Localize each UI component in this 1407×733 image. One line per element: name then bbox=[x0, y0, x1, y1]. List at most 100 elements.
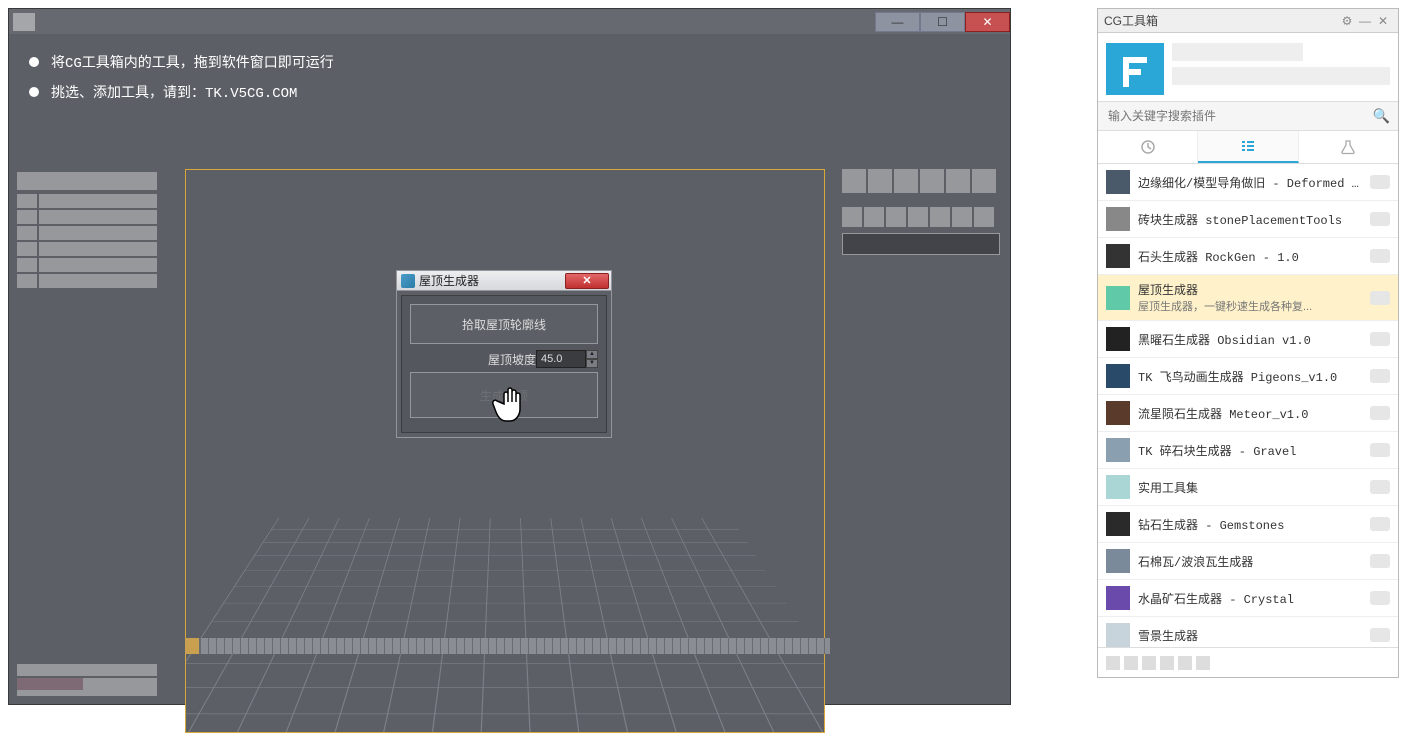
footer-button[interactable] bbox=[1160, 656, 1174, 670]
spinner-up-icon[interactable]: ▲ bbox=[586, 350, 598, 359]
bullet-icon bbox=[29, 57, 39, 67]
minimize-button[interactable]: — bbox=[875, 12, 920, 32]
toolbox-header: CG工具箱 ⚙ — ✕ bbox=[1098, 9, 1398, 33]
object-type-dropdown[interactable] bbox=[842, 233, 1000, 255]
settings-icon[interactable]: ⚙ bbox=[1338, 12, 1356, 30]
plugin-list[interactable]: 边缘细化/模型导角做旧 - Deformed Edges v 砖块生成器 ston… bbox=[1098, 164, 1398, 647]
plugin-item[interactable]: 雪景生成器 bbox=[1098, 617, 1398, 647]
plugin-item[interactable]: 石棉瓦/波浪瓦生成器 bbox=[1098, 543, 1398, 580]
comment-icon[interactable] bbox=[1370, 212, 1390, 226]
plugin-text: 雪景生成器 bbox=[1138, 627, 1362, 644]
footer-button[interactable] bbox=[1106, 656, 1120, 670]
plugin-text: 边缘细化/模型导角做旧 - Deformed Edges v bbox=[1138, 174, 1362, 191]
plugin-item[interactable]: 屋顶生成器屋顶生成器，一键秒速生成各种复... bbox=[1098, 275, 1398, 321]
maximize-button[interactable]: ☐ bbox=[920, 12, 965, 32]
timeline[interactable] bbox=[185, 638, 830, 654]
left-row[interactable] bbox=[39, 226, 157, 240]
comment-icon[interactable] bbox=[1370, 554, 1390, 568]
plugin-item[interactable]: 流星陨石生成器 Meteor_v1.0 bbox=[1098, 395, 1398, 432]
comment-icon[interactable] bbox=[1370, 480, 1390, 494]
timeline-handle[interactable] bbox=[185, 638, 199, 654]
angle-input[interactable] bbox=[536, 350, 586, 368]
plugin-text: 实用工具集 bbox=[1138, 479, 1362, 496]
comment-icon[interactable] bbox=[1370, 291, 1390, 305]
left-row[interactable] bbox=[39, 194, 157, 208]
left-panel-button[interactable] bbox=[17, 172, 157, 190]
plugin-item[interactable]: 水晶矿石生成器 - Crystal bbox=[1098, 580, 1398, 617]
panel-icon[interactable] bbox=[886, 207, 906, 227]
panel-icon[interactable] bbox=[894, 169, 918, 193]
dialog-app-icon bbox=[401, 274, 415, 288]
panel-icon[interactable] bbox=[908, 207, 928, 227]
left-sq[interactable] bbox=[17, 258, 37, 272]
plugin-thumb bbox=[1106, 244, 1130, 268]
close-button[interactable]: ✕ bbox=[965, 12, 1010, 32]
app-icon bbox=[13, 13, 35, 31]
footer-button[interactable] bbox=[1178, 656, 1192, 670]
plugin-name: 石棉瓦/波浪瓦生成器 bbox=[1138, 553, 1362, 570]
panel-icon[interactable] bbox=[946, 169, 970, 193]
plugin-item[interactable]: 边缘细化/模型导角做旧 - Deformed Edges v bbox=[1098, 164, 1398, 201]
minimize-icon[interactable]: — bbox=[1356, 12, 1374, 30]
toolbox-logo-text bbox=[1172, 43, 1390, 95]
left-row[interactable] bbox=[39, 242, 157, 256]
panel-icon[interactable] bbox=[972, 169, 996, 193]
panel-icon[interactable] bbox=[864, 207, 884, 227]
angle-spinner[interactable]: ▲ ▼ bbox=[586, 350, 598, 368]
panel-icon[interactable] bbox=[930, 207, 950, 227]
comment-icon[interactable] bbox=[1370, 249, 1390, 263]
left-row[interactable] bbox=[39, 258, 157, 272]
left-sq[interactable] bbox=[17, 274, 37, 288]
tab-recent[interactable] bbox=[1098, 131, 1198, 163]
search-input[interactable] bbox=[1098, 102, 1398, 130]
left-sq[interactable] bbox=[17, 242, 37, 256]
left-row[interactable] bbox=[39, 210, 157, 224]
comment-icon[interactable] bbox=[1370, 332, 1390, 346]
dialog-close-button[interactable]: ✕ bbox=[565, 273, 609, 289]
plugin-item[interactable]: 砖块生成器 stonePlacementTools bbox=[1098, 201, 1398, 238]
timeline-track[interactable] bbox=[199, 638, 830, 654]
plugin-name: 实用工具集 bbox=[1138, 479, 1362, 496]
comment-icon[interactable] bbox=[1370, 628, 1390, 642]
comment-icon[interactable] bbox=[1370, 443, 1390, 457]
panel-icon[interactable] bbox=[842, 207, 862, 227]
spinner-down-icon[interactable]: ▼ bbox=[586, 359, 598, 368]
left-toolbar bbox=[17, 172, 177, 290]
plugin-item[interactable]: 石头生成器 RockGen - 1.0 bbox=[1098, 238, 1398, 275]
plugin-item[interactable]: 钻石生成器 - Gemstones bbox=[1098, 506, 1398, 543]
panel-icon[interactable] bbox=[842, 169, 866, 193]
footer-button[interactable] bbox=[1142, 656, 1156, 670]
left-sq[interactable] bbox=[17, 226, 37, 240]
panel-icon[interactable] bbox=[974, 207, 994, 227]
plugin-item[interactable]: TK 碎石块生成器 - Gravel bbox=[1098, 432, 1398, 469]
comment-icon[interactable] bbox=[1370, 369, 1390, 383]
hand-cursor-icon bbox=[492, 384, 532, 434]
plugin-item[interactable]: 黑曜石生成器 Obsidian v1.0 bbox=[1098, 321, 1398, 358]
close-icon[interactable]: ✕ bbox=[1374, 12, 1392, 30]
left-sq[interactable] bbox=[17, 194, 37, 208]
comment-icon[interactable] bbox=[1370, 175, 1390, 189]
tab-list[interactable] bbox=[1198, 131, 1298, 163]
plugin-item[interactable]: 实用工具集 bbox=[1098, 469, 1398, 506]
panel-icon[interactable] bbox=[920, 169, 944, 193]
left-row[interactable] bbox=[39, 274, 157, 288]
toolbox-logo-row bbox=[1098, 33, 1398, 101]
right-command-panel bbox=[842, 169, 1002, 255]
dialog-titlebar[interactable]: 屋顶生成器 ✕ bbox=[397, 271, 611, 291]
plugin-text: TK 碎石块生成器 - Gravel bbox=[1138, 442, 1362, 459]
comment-icon[interactable] bbox=[1370, 517, 1390, 531]
comment-icon[interactable] bbox=[1370, 591, 1390, 605]
plugin-text: 砖块生成器 stonePlacementTools bbox=[1138, 211, 1362, 228]
footer-button[interactable] bbox=[1196, 656, 1210, 670]
tab-lab[interactable] bbox=[1299, 131, 1398, 163]
search-icon[interactable]: 🔍 bbox=[1373, 108, 1390, 125]
footer-button[interactable] bbox=[1124, 656, 1138, 670]
flask-icon bbox=[1340, 139, 1356, 155]
plugin-name: TK 碎石块生成器 - Gravel bbox=[1138, 442, 1362, 459]
panel-icon[interactable] bbox=[952, 207, 972, 227]
comment-icon[interactable] bbox=[1370, 406, 1390, 420]
left-sq[interactable] bbox=[17, 210, 37, 224]
plugin-item[interactable]: TK 飞鸟动画生成器 Pigeons_v1.0 bbox=[1098, 358, 1398, 395]
pick-outline-button[interactable]: 拾取屋顶轮廓线 bbox=[410, 304, 598, 344]
panel-icon[interactable] bbox=[868, 169, 892, 193]
